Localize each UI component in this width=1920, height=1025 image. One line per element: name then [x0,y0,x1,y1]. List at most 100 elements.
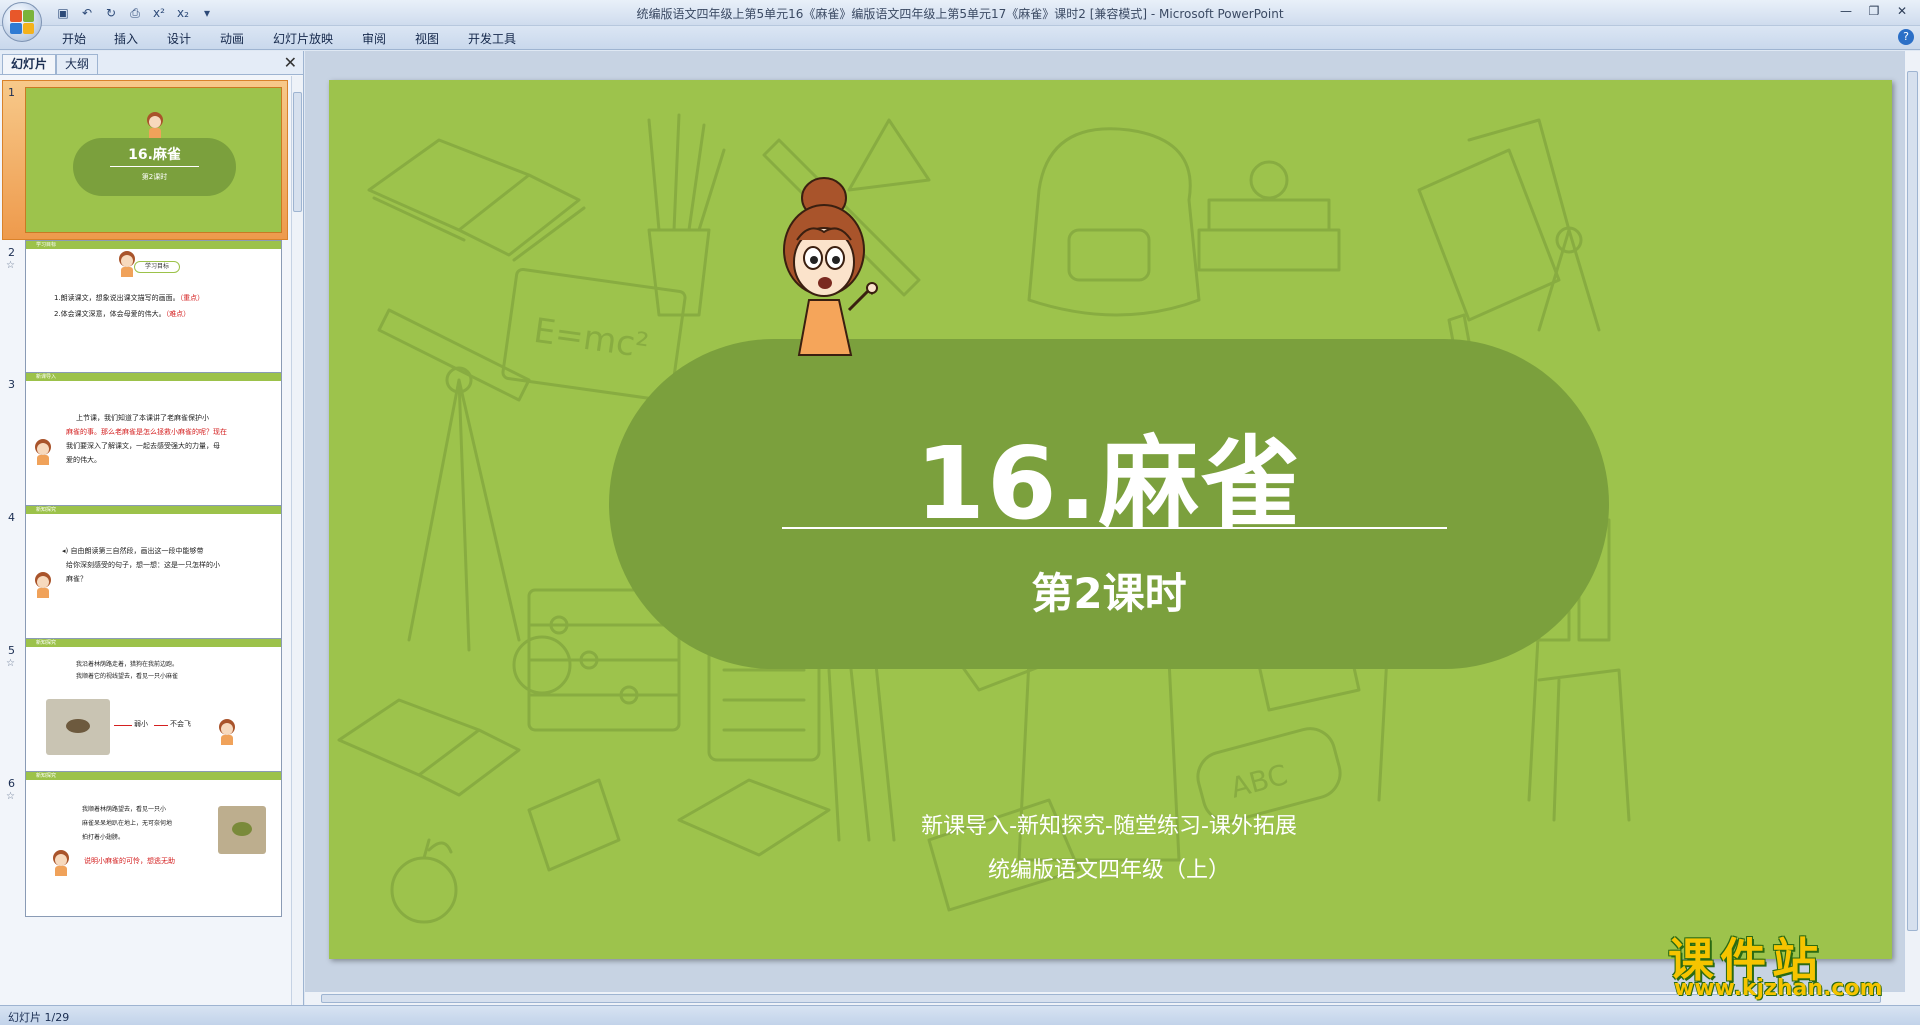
editor-scroll-thumb[interactable] [1907,71,1918,931]
title-divider [782,527,1447,529]
thumb-title-rule [110,166,199,167]
tab-view[interactable]: 视图 [415,30,439,47]
svg-text:ABC: ABC [1227,758,1291,805]
slide-editing-area: E=mc² ABC 16.麻雀 第2课时 新课导入-新知探究-随堂练习-课外拓展… [305,51,1905,991]
arrow-line [114,725,132,726]
slide-title[interactable]: 16.麻雀 [609,402,1609,547]
thumbnail-item[interactable]: 5 ☆ 新知探究 我沿着林荫路走着，猎狗在我前边跑。 我顺着它的视线望去，看见一… [0,638,290,788]
animation-star-icon: ☆ [6,791,15,802]
kjzhan-watermark-logo: 课件站 www.kjzhan.com [1668,924,1908,1004]
tab-design[interactable]: 设计 [167,30,191,47]
thumbnail-number: 5 [8,644,15,657]
arrow-line [154,725,168,726]
thumbnail-item[interactable]: 4 新知探究 ◂) 自由朗读第三自然段，画出这一段中能够带 给你深刻感受的句子，… [0,505,290,655]
sparrow-photo [46,699,110,755]
girl-icon [32,572,54,598]
pane-close-icon[interactable]: ✕ [284,53,297,72]
tag-cannot-fly: 不会飞 [170,720,191,728]
help-icon[interactable]: ? [1898,29,1914,45]
sparrow-photo [218,806,266,854]
speaker-icon[interactable]: ◂) [62,547,68,555]
thumb-header: 新课导入 [26,373,281,381]
thumbnail-slide-2[interactable]: 学习目标 学习目标 1.朗读课文，想象说出课文描写的画面。（重点） 2.体会课文… [25,240,282,386]
girl-icon [32,439,54,465]
thumbnail-number: 1 [8,86,15,99]
thumb-line: 给你深刻感受的句子，想一想：这是一只怎样的小 [66,561,220,569]
thumb-line-red: （重点） [179,294,205,302]
tab-review[interactable]: 审阅 [362,30,386,47]
thumb-line: 我沿着林荫路走着，猎狗在我前边跑。 [76,661,179,668]
thumb-header-label: 新知探究 [36,640,57,646]
thumb-line: 爱的伟大。 [66,456,101,464]
thumbnail-slide-6[interactable]: 新知探究 我顺着林荫路望去，看见一只小 麻雀呆呆地趴在地上，无可奈何地 拍打着小… [25,771,282,917]
thumb-line: 我顺着它的视线望去，看见一只小麻雀 [76,673,179,680]
title-bar: ▣ ↶ ↻ ⎙ x² x₂ ▾ 统编版语文四年级上第5单元16《麻雀》编版语文四… [0,0,1920,26]
tab-slides[interactable]: 幻灯片 [2,54,57,74]
thumb-header: 学习目标 [26,241,281,249]
close-icon[interactable]: ✕ [1890,2,1914,20]
thumb-header: 新知探究 [26,639,281,647]
thumb-line: 1.朗读课文，想象说出课文描写的画面。 [54,294,180,302]
thumb-subtitle: 第2课时 [141,173,168,181]
editor-scrollbar[interactable] [1904,51,1920,1005]
watermark-url: www.kjzhan.com [1674,976,1883,1001]
girl-icon [50,850,72,876]
window-controls: — ❐ ✕ [1834,2,1914,20]
tab-slideshow[interactable]: 幻灯片放映 [273,30,333,47]
tab-developer[interactable]: 开发工具 [468,30,516,47]
slide-subtitle[interactable]: 第2课时 [609,560,1609,621]
animation-star-icon: ☆ [6,658,15,669]
editor-horizontal-scrollbar[interactable] [305,991,1905,1005]
thumbnail-item[interactable]: 2 ☆ 学习目标 学习目标 1.朗读课文，想象说出课文描写的画面。（重点） 2.… [0,240,290,390]
thumb-header-label: 新知探究 [36,773,57,779]
tab-animation[interactable]: 动画 [220,30,244,47]
slides-pane: 幻灯片 大纲 ✕ 1 16.麻雀 第2课时 2 ☆ 学习目标 学习目标 1.朗读… [0,51,304,1005]
thumb-header: 新知探究 [26,772,281,780]
thumbnail-item[interactable]: 6 ☆ 新知探究 我顺着林荫路望去，看见一只小 麻雀呆呆地趴在地上，无可奈何地 … [0,771,290,921]
minimize-icon[interactable]: — [1834,2,1858,20]
thumbnail-slide-5[interactable]: 新知探究 我沿着林荫路走着，猎狗在我前边跑。 我顺着它的视线望去，看见一只小麻雀… [25,638,282,784]
slide-canvas[interactable]: E=mc² ABC 16.麻雀 第2课时 新课导入-新知探究-随堂练习-课外拓展… [329,80,1892,959]
window-title: 统编版语文四年级上第5单元16《麻雀》编版语文四年级上第5单元17《麻雀》课时2… [636,7,1284,21]
maximize-icon[interactable]: ❐ [1862,2,1886,20]
thumbnail-slide-1[interactable]: 16.麻雀 第2课时 [25,87,282,233]
tag-weak: 弱小 [134,720,148,728]
slide-indicator: 幻灯片 1/29 [8,1011,70,1024]
thumbnail-list: 1 16.麻雀 第2课时 2 ☆ 学习目标 学习目标 1.朗读课文，想象说出课文… [0,76,290,1005]
thumbnail-slide-3[interactable]: 新课导入 上节课，我们知道了本课讲了老麻雀保护小 麻雀的事。那么老麻雀是怎么拯救… [25,372,282,518]
thumb-header-label: 学习目标 [36,242,57,248]
thumbnail-item[interactable]: 3 新课导入 上节课，我们知道了本课讲了老麻雀保护小 麻雀的事。那么老麻雀是怎么… [0,372,290,522]
grade-label-text[interactable]: 统编版语文四年级（上） [609,852,1609,884]
thumbnail-slide-4[interactable]: 新知探究 ◂) 自由朗读第三自然段，画出这一段中能够带 给你深刻感受的句子，想一… [25,505,282,651]
pane-tabs: 幻灯片 大纲 ✕ [0,51,303,75]
office-button[interactable] [2,2,42,42]
tab-outline[interactable]: 大纲 [56,54,99,74]
pane-scroll-thumb[interactable] [293,92,302,212]
thumb-header: 新知探究 [26,506,281,514]
thumb-line: 我顺着林荫路望去，看见一只小 [82,806,167,813]
girl-icon [144,112,166,138]
tab-insert[interactable]: 插入 [114,30,138,47]
ribbon-tabs: 开始 插入 设计 动画 幻灯片放映 审阅 视图 开发工具 ? [0,26,1920,50]
svg-text:E=mc²: E=mc² [531,311,651,367]
tab-home[interactable]: 开始 [62,30,86,47]
thumbnail-item[interactable]: 1 16.麻雀 第2课时 [0,80,290,242]
thumb-header-label: 新知探究 [36,507,57,513]
animation-star-icon: ☆ [6,260,15,271]
office-logo-icon [10,10,34,34]
pane-scrollbar[interactable] [291,76,303,1005]
thumbnail-number: 6 [8,777,15,790]
thumb-line: 我们要深入了解课文，一起去感受强大的力量，母 [66,442,220,450]
thumb-note: 说明小麻雀的可怜，想逃无助 [84,857,175,865]
thumb-line: 上节课，我们知道了本课讲了老麻雀保护小 [76,414,209,422]
lesson-outline-text[interactable]: 新课导入-新知探究-随堂练习-课外拓展 [609,808,1609,840]
thumb-pill-label: 学习目标 [134,261,180,273]
thumb-line: 2.体会课文深意，体会母爱的伟大。 [54,310,166,318]
thumb-line-red: （难点） [165,310,191,318]
editor-hscroll-thumb[interactable] [321,994,1881,1003]
thumb-line: 麻雀？ [66,575,87,583]
thumb-line: 自由朗读第三自然段，画出这一段中能够带 [70,547,204,555]
girl-icon [216,719,238,745]
thumb-line: 麻雀呆呆地趴在地上，无可奈何地 [82,820,173,827]
cartoon-girl-icon [783,177,878,356]
